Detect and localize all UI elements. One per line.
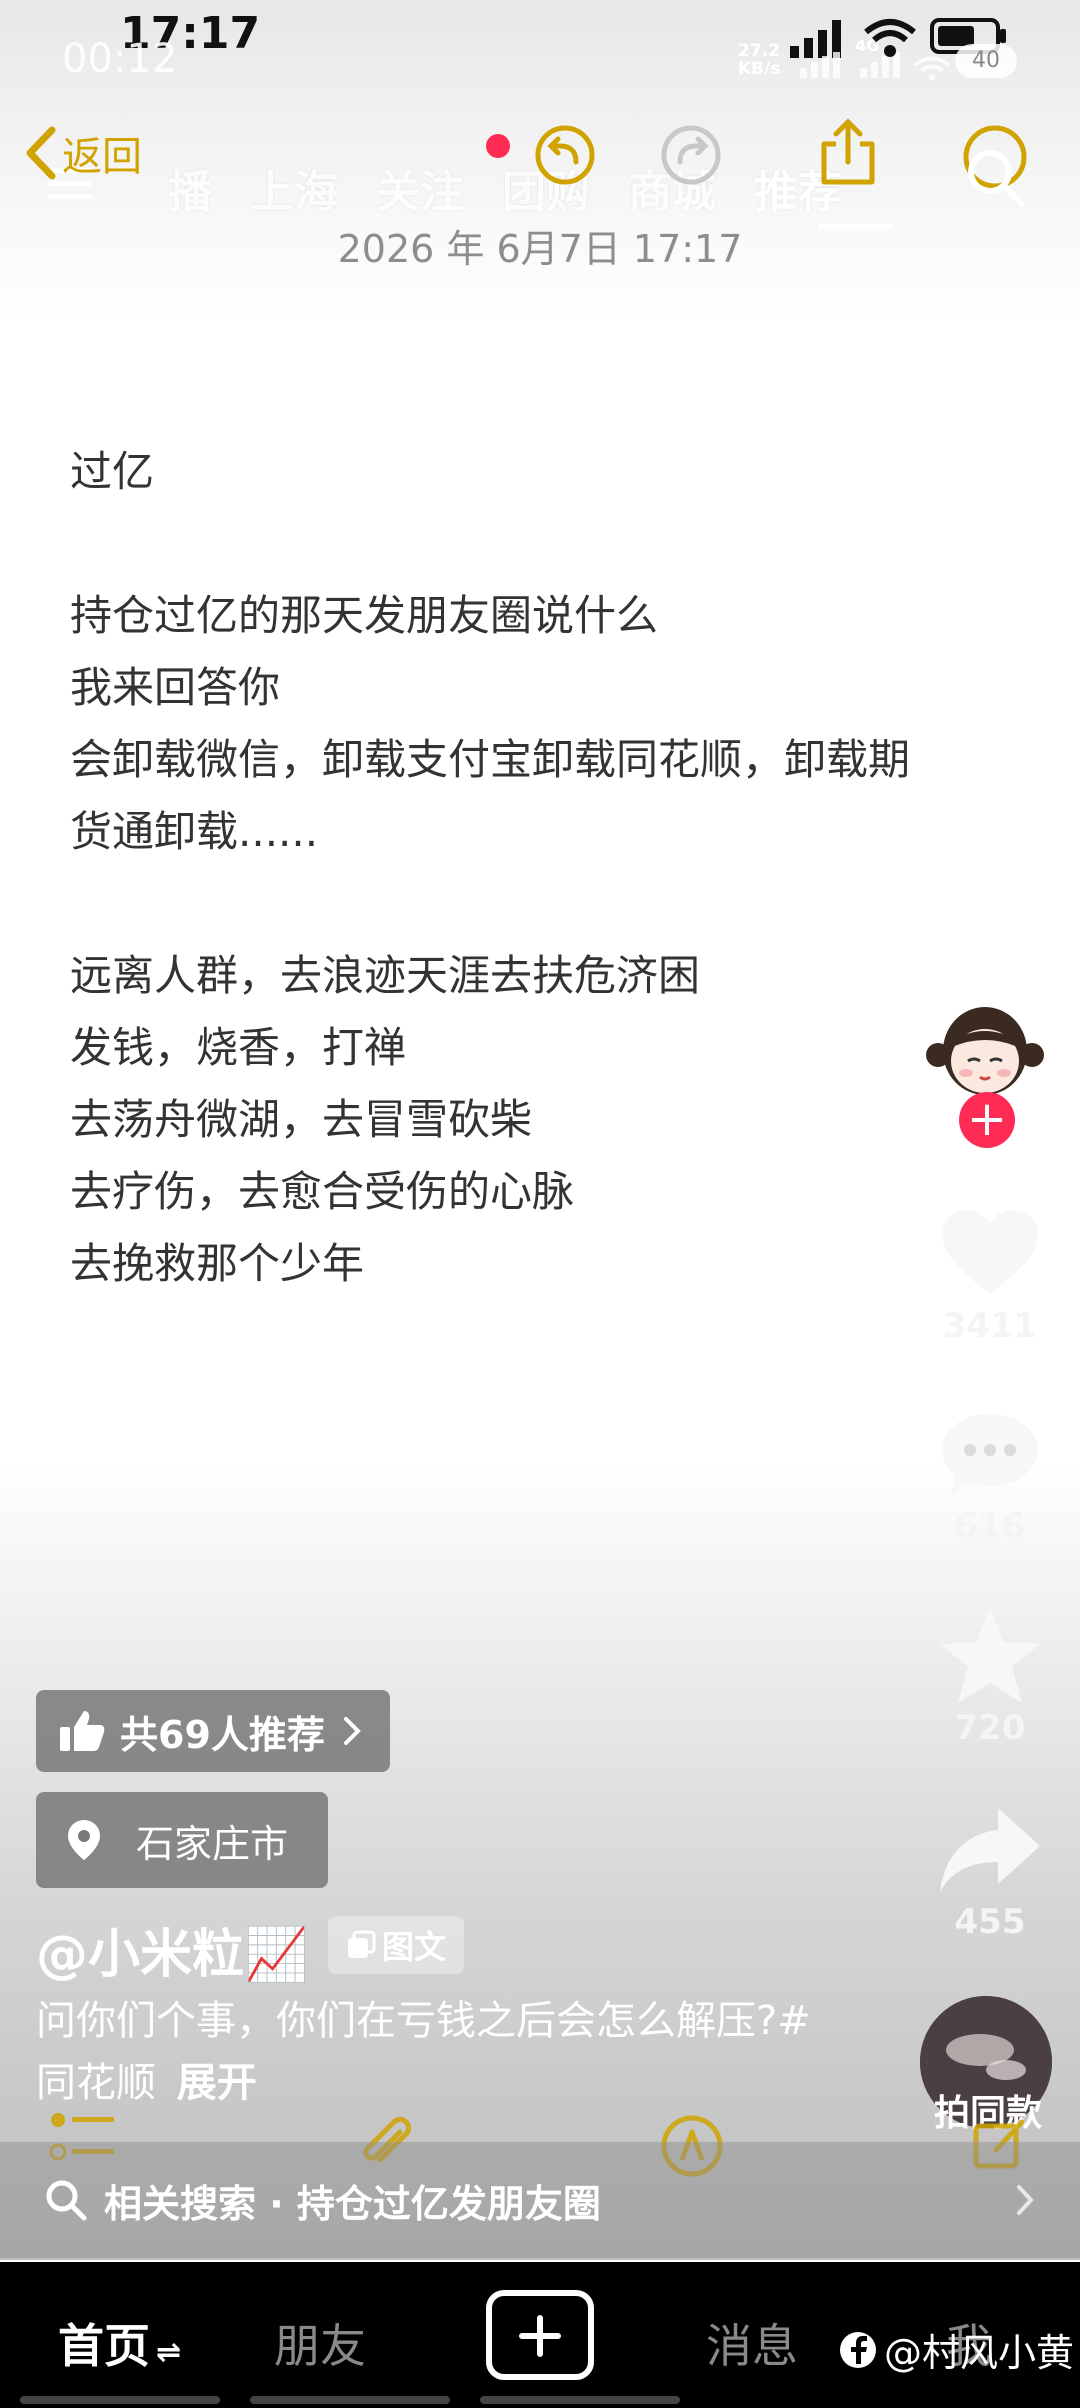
recommend-label: 共69人推荐 — [120, 1712, 325, 1757]
wifi-icon — [864, 19, 916, 57]
notification-dot — [486, 134, 510, 158]
home-indicator — [20, 2396, 220, 2404]
post-type-tag: 图文 — [328, 1916, 464, 1974]
plus-icon — [519, 2315, 561, 2357]
search-icon — [46, 2180, 87, 2221]
related-search-bar[interactable]: 相关搜索 · 持仓过亿发朋友圈 — [0, 2142, 1080, 2258]
tab-messages[interactable]: 消息 — [706, 2310, 798, 2376]
back-button[interactable]: 返回 — [24, 124, 142, 182]
note-line: 我来回答你 — [70, 663, 281, 712]
tab-home[interactable]: 首页 ⇌ — [58, 2310, 181, 2376]
star-icon[interactable] — [936, 1604, 1044, 1708]
wifi-icon-overlay — [913, 56, 951, 80]
swap-icon: ⇌ — [156, 2335, 182, 2370]
note-line: 远离人群，去浪迹天涯去扶危济困 — [70, 951, 701, 1000]
note-title: 过亿 — [70, 447, 155, 496]
note-body: 过亿 持仓过亿的那天发朋友圈说什么 我来回答你 会卸载微信，卸载支付宝卸载同花顺… — [70, 436, 1030, 1300]
screen: 17:17 00:12 27.2 KB/s 4G 40 播 上海 关注 团购 商… — [0, 0, 1080, 2408]
redo-icon[interactable] — [660, 124, 722, 186]
comment-count: 616 — [954, 1506, 1026, 1546]
note-line: 去疗伤，去愈合受伤的心脉 — [70, 1167, 575, 1216]
home-indicator — [250, 2396, 450, 2404]
undo-icon[interactable] — [534, 124, 596, 186]
home-indicator — [480, 2396, 680, 2404]
location-pin-icon — [68, 1820, 100, 1860]
back-label: 返回 — [62, 134, 142, 180]
like-count: 3411 — [942, 1306, 1038, 1346]
author-name[interactable]: @小米粒📈 — [36, 1912, 309, 1987]
platform-logo-icon — [840, 2331, 876, 2368]
chevron-right-icon — [1017, 2185, 1034, 2215]
chevron-left-icon — [26, 126, 56, 180]
comment-icon[interactable] — [938, 1408, 1042, 1500]
location-pill[interactable]: 石家庄市 — [36, 1792, 328, 1888]
status-overlay-time: 00:12 — [62, 36, 178, 82]
thumbs-up-icon — [60, 1711, 105, 1751]
note-line: 会卸载微信，卸载支付宝卸载同花顺，卸载期 — [70, 735, 911, 784]
share-count: 455 — [954, 1902, 1026, 1942]
battery-level: 40 — [955, 44, 1017, 78]
note-line: 货通卸载...... — [70, 807, 319, 856]
tab-live[interactable]: 播 — [168, 156, 212, 220]
note-line: 去挽救那个少年 — [70, 1239, 365, 1288]
watermark: @村风小黄 — [838, 2322, 1074, 2377]
expand-button[interactable]: 展开 — [177, 2060, 257, 2106]
tab-following[interactable]: 关注 — [376, 156, 464, 220]
create-button[interactable] — [486, 2290, 594, 2380]
image-text-icon — [347, 1930, 376, 1958]
feed-tabs: 播 上海 关注 团购 商城 推荐 — [168, 156, 842, 220]
tab-shanghai[interactable]: 上海 — [250, 156, 338, 220]
related-search-text: 相关搜索 · 持仓过亿发朋友圈 — [104, 2181, 601, 2226]
tab-friends[interactable]: 朋友 — [274, 2310, 366, 2376]
post-description: 问你们个事，你们在亏钱之后会怎么解压?#同花顺 展开 — [36, 1998, 811, 2106]
network-speed: 27.2 KB/s — [738, 41, 781, 79]
share-arrow-icon[interactable] — [936, 1804, 1044, 1896]
search-icon[interactable] — [964, 146, 1028, 210]
location-label: 石家庄市 — [136, 1821, 289, 1866]
note-date: 2026 年 6月7日 17:17 — [337, 227, 743, 271]
heart-icon[interactable] — [938, 1206, 1042, 1298]
note-line: 发钱，烧香，打禅 — [70, 1023, 407, 1072]
follow-button[interactable]: + — [959, 1092, 1015, 1148]
favorite-count: 720 — [954, 1708, 1026, 1748]
recommend-pill[interactable]: 共69人推荐 — [36, 1690, 390, 1772]
note-line: 去荡舟微湖，去冒雪砍柴 — [70, 1095, 533, 1144]
chevron-right-icon — [343, 1717, 361, 1745]
share-export-icon[interactable] — [816, 116, 880, 188]
note-line: 持仓过亿的那天发朋友圈说什么 — [70, 591, 659, 640]
